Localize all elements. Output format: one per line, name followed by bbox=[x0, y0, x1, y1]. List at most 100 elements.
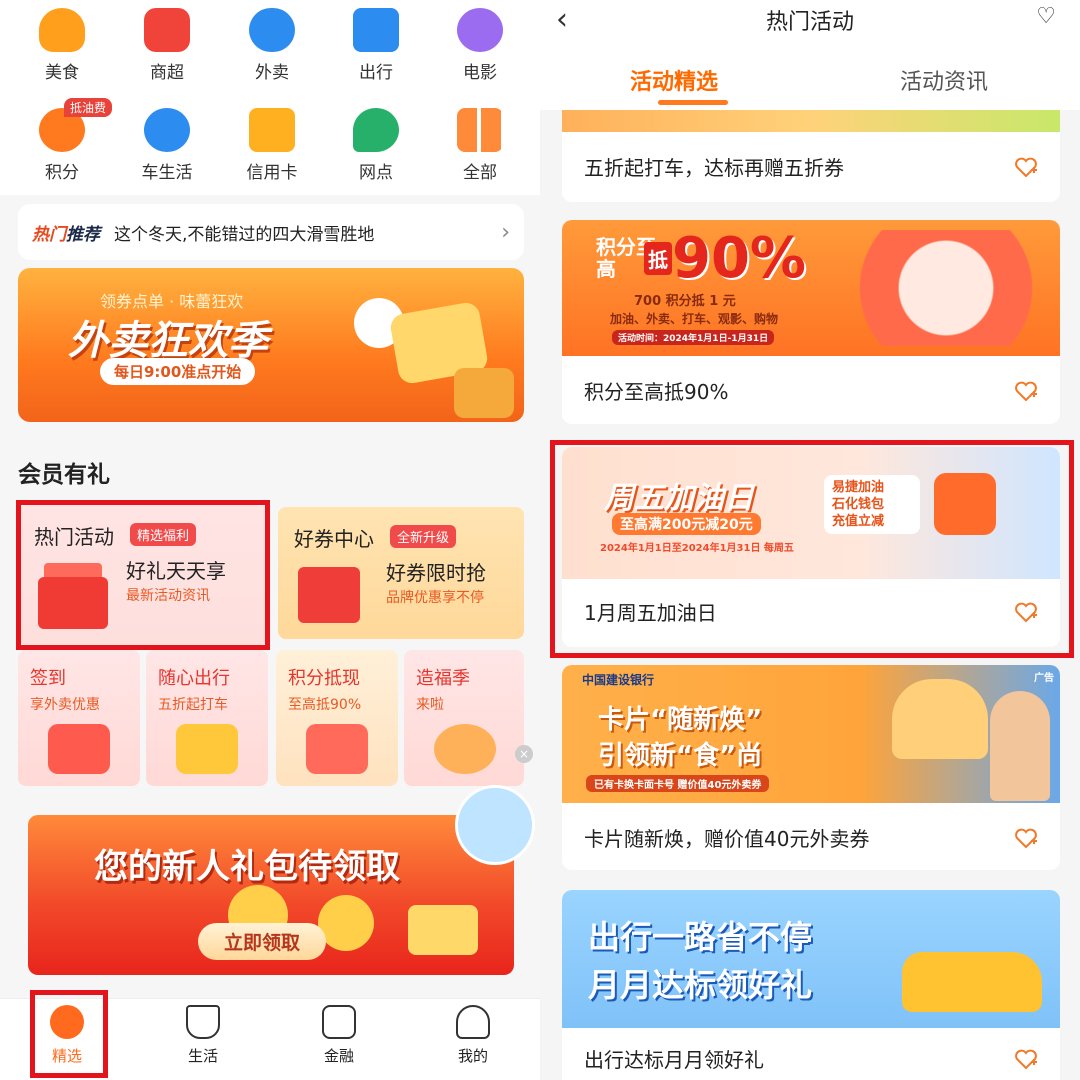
service-food[interactable]: 美食 bbox=[12, 8, 112, 83]
tab-news[interactable]: 活动资讯 bbox=[900, 64, 988, 96]
service-label: 积分 bbox=[45, 163, 79, 183]
highlight-box bbox=[16, 500, 270, 650]
small-card-sub: 享外卖优惠 bbox=[30, 697, 100, 713]
service-store[interactable]: 商超 bbox=[117, 8, 217, 83]
service-branch[interactable]: 网点 bbox=[326, 108, 426, 183]
image-text: 卡片“随新焕” bbox=[598, 705, 763, 735]
favorite-heart-icon[interactable] bbox=[1014, 827, 1038, 849]
highlight-box bbox=[30, 990, 108, 1078]
small-card-title: 积分抵现 bbox=[288, 668, 360, 689]
tab-indicator bbox=[658, 100, 728, 105]
small-card-sub: 五折起打车 bbox=[158, 697, 228, 713]
service-label: 外卖 bbox=[255, 63, 289, 83]
activity-title: 出行达标月月领好礼 bbox=[584, 1048, 764, 1072]
food-icon bbox=[39, 8, 85, 52]
activity-image: 积分至高 抵 90% 700 积分抵 1 元 加油、外卖、打车、观影、购物 活动… bbox=[562, 220, 1060, 356]
highlight-box bbox=[550, 440, 1074, 658]
service-points[interactable]: 抵油费 积分 bbox=[12, 98, 112, 183]
wallet-icon bbox=[322, 1005, 356, 1039]
service-label: 全部 bbox=[463, 163, 497, 183]
image-text: 加油、外卖、打车、观影、购物 bbox=[610, 312, 779, 326]
steering-wheel-icon bbox=[144, 108, 190, 152]
chevron-right-icon: › bbox=[501, 219, 510, 245]
small-card-sub: 来啦 bbox=[416, 697, 444, 713]
takeout-carnival-banner[interactable]: 领券点单 · 味蕾狂欢 外卖狂欢季 每日9:00准点开始 bbox=[18, 268, 524, 422]
image-text: 引领新“食”尚 bbox=[598, 741, 763, 771]
service-car-life[interactable]: 车生活 bbox=[117, 108, 217, 183]
card-title: 好券中心 bbox=[294, 527, 374, 551]
activity-image: 中国建设银行 卡片“随新焕” 引领新“食”尚 已有卡换卡面卡号 赠价值40元外卖… bbox=[562, 665, 1060, 803]
dragon-icon bbox=[434, 724, 496, 774]
activity-card[interactable]: 中国建设银行 卡片“随新焕” 引领新“食”尚 已有卡换卡面卡号 赠价值40元外卖… bbox=[562, 665, 1060, 870]
new-user-gift-banner[interactable]: 您的新人礼包待领取 立即领取 bbox=[28, 815, 514, 975]
nav-label: 生活 bbox=[187, 1047, 218, 1065]
blessing-season-card[interactable]: 造福季 来啦 bbox=[404, 650, 524, 786]
coin-decoration bbox=[318, 895, 374, 951]
taxi-icon bbox=[176, 724, 238, 774]
service-label: 美食 bbox=[45, 63, 79, 83]
image-text: 月月达标领好礼 bbox=[588, 966, 813, 1004]
hot-logo-b: 推荐 bbox=[66, 224, 100, 245]
small-card-sub: 至高抵90% bbox=[288, 697, 362, 713]
points-cash-card[interactable]: 积分抵现 至高抵90% bbox=[276, 650, 398, 786]
service-grid: 美食 商超 外卖 出行 电影 抵油费 积分 车生活 信用卡 网点 全部 bbox=[0, 0, 540, 195]
image-text: 已有卡换卡面卡号 赠价值40元外卖券 bbox=[586, 775, 770, 792]
home-screen: 美食 商超 外卖 出行 电影 抵油费 积分 车生活 信用卡 网点 全部 热门推荐… bbox=[0, 0, 540, 1080]
character-decoration bbox=[990, 691, 1050, 801]
image-text: 700 积分抵 1 元 bbox=[634, 294, 736, 309]
small-card-title: 随心出行 bbox=[158, 668, 230, 689]
tab-featured[interactable]: 活动精选 bbox=[630, 64, 718, 96]
nav-label: 金融 bbox=[323, 1047, 354, 1065]
activity-card[interactable]: 出行一路省不停 月月达标领好礼 出行达标月月领好礼 bbox=[562, 890, 1060, 1080]
service-label: 出行 bbox=[359, 63, 393, 83]
small-card-title: 签到 bbox=[30, 668, 66, 689]
store-icon bbox=[144, 8, 190, 52]
service-travel[interactable]: 出行 bbox=[326, 8, 426, 83]
bus-icon bbox=[353, 8, 399, 52]
image-text: 活动时间：2024年1月1日-1月31日 bbox=[612, 330, 775, 345]
heart-plus-icon[interactable]: ♡ bbox=[1036, 4, 1056, 29]
service-label: 网点 bbox=[359, 163, 393, 183]
service-credit-card[interactable]: 信用卡 bbox=[222, 108, 322, 183]
activities-screen: ‹ 热门活动 ♡ 活动精选 活动资讯 五折起打车，达标再赠五折券 积分至高 抵 … bbox=[540, 0, 1080, 1080]
page-title: 热门活动 bbox=[765, 10, 854, 35]
hot-recommend-bar[interactable]: 热门推荐 这个冬天,不能错过的四大滑雪胜地 › bbox=[18, 204, 524, 260]
activity-title: 五折起打车，达标再赠五折券 bbox=[584, 156, 844, 180]
floating-travel-badge[interactable] bbox=[455, 785, 535, 865]
section-title: 会员有礼 bbox=[18, 462, 110, 488]
burger-decoration bbox=[892, 679, 988, 759]
scooter-icon bbox=[249, 8, 295, 52]
mascot-decoration bbox=[802, 230, 1042, 346]
coffee-cup-icon bbox=[186, 1005, 220, 1039]
oil-tag: 抵油费 bbox=[64, 98, 112, 117]
favorite-heart-icon[interactable] bbox=[1014, 1048, 1038, 1070]
nav-label: 我的 bbox=[457, 1047, 488, 1065]
nav-finance[interactable]: 金融 bbox=[294, 1005, 384, 1066]
new-user-title: 您的新人礼包待领取 bbox=[94, 847, 400, 887]
favorite-heart-icon[interactable] bbox=[1014, 156, 1038, 178]
coupon-center-card[interactable]: 好券中心 全新升级 好券限时抢 品牌优惠享不停 bbox=[278, 507, 524, 639]
service-movie[interactable]: 电影 bbox=[430, 8, 530, 83]
nav-mine[interactable]: 我的 bbox=[428, 1005, 518, 1066]
activity-card[interactable]: 积分至高 抵 90% 700 积分抵 1 元 加油、外卖、打车、观影、购物 活动… bbox=[562, 220, 1060, 424]
checkin-card[interactable]: 签到 享外卖优惠 bbox=[18, 650, 140, 786]
claim-now-button[interactable]: 立即领取 bbox=[198, 923, 327, 960]
service-all[interactable]: 全部 bbox=[430, 108, 530, 183]
image-text: 90% bbox=[672, 226, 807, 291]
credit-card-icon bbox=[249, 108, 295, 152]
card-badge: 全新升级 bbox=[390, 525, 457, 548]
small-card-title: 造福季 bbox=[416, 668, 470, 689]
travel-card[interactable]: 随心出行 五折起打车 bbox=[146, 650, 268, 786]
person-icon bbox=[456, 1005, 490, 1039]
calendar-check-icon bbox=[48, 724, 110, 774]
image-text: 抵 bbox=[644, 242, 672, 275]
hot-recommend-text: 这个冬天,不能错过的四大滑雪胜地 bbox=[114, 224, 375, 245]
map-pin-icon bbox=[353, 108, 399, 152]
hot-logo-a: 热门 bbox=[32, 224, 66, 245]
car-decoration bbox=[902, 952, 1042, 1012]
service-takeout[interactable]: 外卖 bbox=[222, 8, 322, 83]
image-text: 出行一路省不停 bbox=[588, 918, 813, 956]
close-icon[interactable]: × bbox=[515, 745, 533, 763]
nav-life[interactable]: 生活 bbox=[158, 1005, 248, 1066]
favorite-heart-icon[interactable] bbox=[1014, 380, 1038, 402]
